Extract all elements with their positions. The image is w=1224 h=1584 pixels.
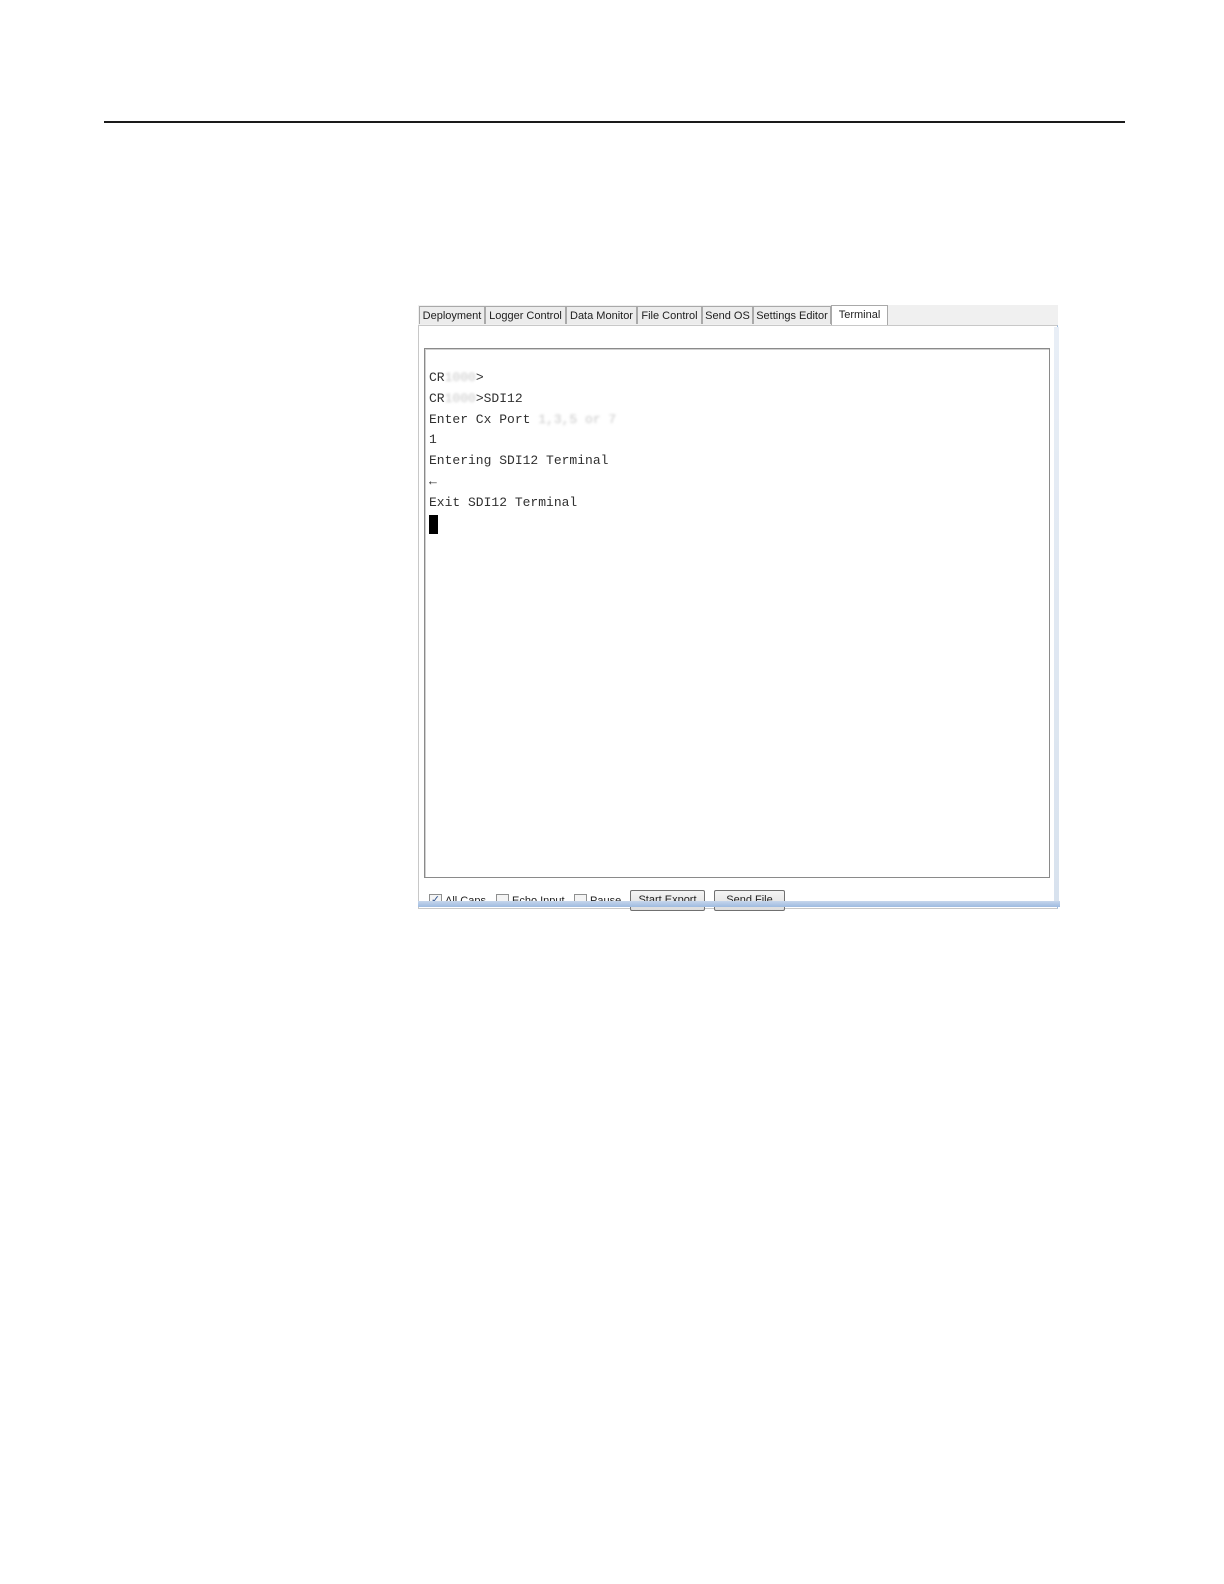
terminal-line: Enter Cx Port 1,3,5 or 7: [429, 411, 617, 427]
tab-terminal[interactable]: Terminal: [831, 305, 888, 326]
terminal-line: Exit SDI12 Terminal: [429, 494, 578, 510]
redacted-text: 1000: [444, 390, 476, 406]
window-bottom-border: [418, 901, 1060, 907]
header-rule: [104, 121, 1125, 123]
terminal-line: Entering SDI12 Terminal: [429, 453, 609, 469]
tab-deployment[interactable]: Deployment: [419, 306, 485, 324]
terminal-cursor-line: [429, 514, 616, 535]
tab-settings-editor[interactable]: Settings Editor: [753, 306, 831, 324]
tab-bar: Deployment Logger Control Data Monitor F…: [418, 305, 1058, 326]
terminal-line: 1: [429, 432, 437, 448]
redacted-text: 1,3,5 or 7: [538, 411, 617, 427]
terminal-cursor: [429, 514, 438, 534]
panel-scroll-edge: [1054, 327, 1059, 907]
terminal-panel: CR1000> CR1000>SDI12 Enter Cx Port 1,3,5…: [418, 325, 1058, 911]
terminal-line: CR1000>: [429, 370, 484, 385]
tab-logger-control[interactable]: Logger Control: [485, 306, 566, 324]
tab-file-control[interactable]: File Control: [637, 306, 702, 324]
tab-data-monitor[interactable]: Data Monitor: [566, 306, 637, 324]
device-configuration-window: Deployment Logger Control Data Monitor F…: [418, 305, 1061, 911]
terminal-lines: CR1000> CR1000>SDI12 Enter Cx Port 1,3,5…: [429, 368, 616, 534]
terminal-line: ←: [429, 473, 437, 489]
redacted-text: 1000: [444, 370, 476, 385]
terminal-output[interactable]: CR1000> CR1000>SDI12 Enter Cx Port 1,3,5…: [424, 348, 1050, 878]
tab-send-os[interactable]: Send OS: [702, 306, 753, 324]
terminal-line: CR1000>SDI12: [429, 390, 523, 406]
